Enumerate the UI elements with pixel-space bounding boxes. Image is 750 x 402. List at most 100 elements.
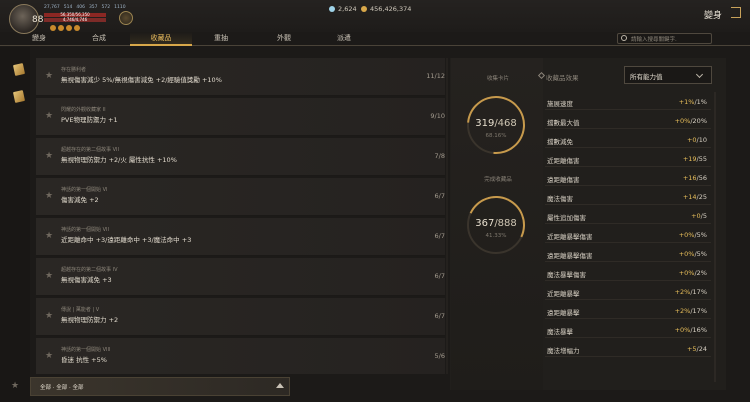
stat-bonus: +19 [682,155,697,163]
stat-row: 魔法暴擊 +0%/16% [545,321,711,338]
stat-row: 近距離暴擊傷害 +0%/5% [545,226,711,243]
tab-collection[interactable]: 收藏品 [130,32,192,46]
item-category: 存在勝利者 [61,67,87,73]
guild-emblem-icon[interactable] [119,11,133,25]
stat-name: 近距離暴擊傷害 [547,233,593,241]
tab-synthesis[interactable]: 合成 [77,32,121,46]
exit-icon[interactable] [731,7,741,18]
stat-max: /17% [690,288,707,296]
stat-bonus: +2% [674,288,691,296]
stat-value: +0%/16% [675,326,707,334]
stat-row: 魔法增幅力 +5/24 [545,340,711,357]
stat-name: 魔法暴擊傷害 [547,271,586,279]
cards-label: 收集卡片 [486,76,509,82]
stat-name: 擋數最大值 [547,119,580,127]
item-category: 神話的第一個開始 VI [61,187,108,193]
item-count: 5/6 [434,352,445,360]
completed-current: 367 [475,218,495,229]
stat-name: 魔法傷害 [547,195,573,203]
stat-value: 572 [101,5,111,10]
buff-icon [74,25,80,31]
tab-dispatch[interactable]: 派遣 [322,32,366,46]
stat-bonus: +0% [678,231,695,239]
search-icon [621,35,627,41]
favorite-star-icon[interactable]: ★ [45,71,53,81]
currency-gold-value: 456,426,374 [370,5,412,13]
item-effect: 無視物理防禦力 +2/火 屬性抗性 +10% [61,156,177,164]
stat-row: 擋數減免 +0/10 [545,131,711,148]
stat-row: 擋數最大值 +0%/20% [545,112,711,129]
ability-filter-value: 所有能力值 [630,73,663,81]
list-item[interactable]: ★ 神話的第一個開始 VI 傷害減免 +2 6/7 [36,178,445,216]
stat-bonus: +0% [678,269,695,277]
list-item[interactable]: ★ 存在勝利者 無視傷害減少 5%/無視傷害減免 +2/經驗值獎勵 +10% 1… [36,58,445,96]
stat-row: 遠距離暴擊 +2%/17% [545,302,711,319]
list-item[interactable]: ★ 超越存在的第二個故事 IV 無視傷害減免 +3 6/7 [36,258,445,296]
collection-book-icon[interactable] [12,63,26,76]
stat-bonus: +5 [686,345,697,353]
item-category: 傳說 | 萬能者 | V [61,307,100,313]
stat-value: +2%/17% [675,307,707,315]
list-item[interactable]: ★ 傳說 | 萬能者 | V 無視物理防禦力 +2 6/7 [36,298,445,336]
favorite-star-icon[interactable]: ★ [45,191,53,201]
favorite-star-icon[interactable]: ★ [45,311,53,321]
favorite-star-icon[interactable]: ★ [45,111,53,121]
stat-name: 遠距離暴擊傷害 [547,252,593,260]
buff-icon [50,25,56,31]
list-item[interactable]: ★ 神話的第一個開始 VII 近距離命中 +3/遠距離命中 +3/魔法命中 +3… [36,218,445,256]
stat-bonus: +0 [686,136,697,144]
completed-total: /888 [494,218,517,229]
stat-max: /17% [690,307,707,315]
stat-row: 近距離暴擊 +2%/17% [545,283,711,300]
favorite-star-icon[interactable]: ★ [45,351,53,361]
item-effect: 無視物理防禦力 +2 [61,316,119,324]
stat-value: +0%/5% [679,250,707,258]
favorite-star-icon[interactable]: ★ [45,271,53,281]
stat-value: +0%/2% [679,269,707,277]
stat-row: 魔法傷害 +14/25 [545,188,711,205]
stats-scrollbar[interactable] [714,92,716,382]
cards-total: /468 [494,118,517,129]
item-effect: 無視傷害減免 +3 [61,276,112,284]
item-category: 超越存在的第二個故事 IV [61,267,118,273]
stat-value: +19/55 [683,155,707,163]
item-count: 6/7 [434,192,445,200]
list-item[interactable]: ★ 閃耀的外觀收藏家 II PVE物理防禦力 +1 9/10 [36,98,445,136]
stat-value: 514 [63,5,73,10]
item-category: 超越存在的第二個故事 VII [61,147,119,153]
chevron-up-icon [276,383,284,388]
cards-percent: 68.16% [485,133,507,139]
character-stats: 27,767 514 406 357 572 1110 [44,5,126,10]
stat-row: 近距離傷害 +19/55 [545,150,711,167]
stat-value: 357 [88,5,98,10]
stat-max: /10 [696,136,707,144]
stat-value: 27,767 [44,5,60,10]
favorite-star-icon[interactable]: ★ [45,231,53,241]
collection-list: ★ 存在勝利者 無視傷害減少 5%/無視傷害減免 +2/經驗值獎勵 +10% 1… [36,58,445,374]
favorite-star-icon[interactable]: ★ [45,151,53,161]
stat-name: 近距離暴擊 [547,290,580,298]
stat-max: /16% [690,326,707,334]
item-category: 神話的第一個開始 VIII [61,347,111,353]
favorites-star-icon[interactable]: ★ [11,381,19,391]
stat-max: /2% [694,269,707,277]
list-scrollbar[interactable] [446,58,448,374]
tab-appearance[interactable]: 外觀 [262,32,306,46]
completed-label: 完成收藏品 [484,177,512,183]
tab-transform[interactable]: 變身 [17,32,61,46]
stat-bonus: +0% [674,117,691,125]
stat-max: /25 [696,193,707,201]
currency-diamond-value: 2,624 [338,5,357,13]
collection-book-icon[interactable] [12,90,26,103]
stat-name: 魔法暴擊 [547,328,573,336]
list-item[interactable]: ★ 超越存在的第二個故事 VII 無視物理防禦力 +2/火 屬性抗性 +10% … [36,138,445,176]
page-title: 變身 [704,11,723,21]
stat-row: 魔法暴擊傷害 +0%/2% [545,264,711,281]
buff-icon [66,25,72,31]
stat-name: 遠距離暴擊 [547,309,580,317]
item-count: 6/7 [434,312,445,320]
stat-bonus: +0% [678,250,695,258]
list-item[interactable]: ★ 神話的第一個開始 VIII 昏迷 抗性 +5% 5/6 [36,338,445,374]
tab-reroll[interactable]: 重抽 [199,32,243,46]
item-count: 11/12 [426,72,445,80]
